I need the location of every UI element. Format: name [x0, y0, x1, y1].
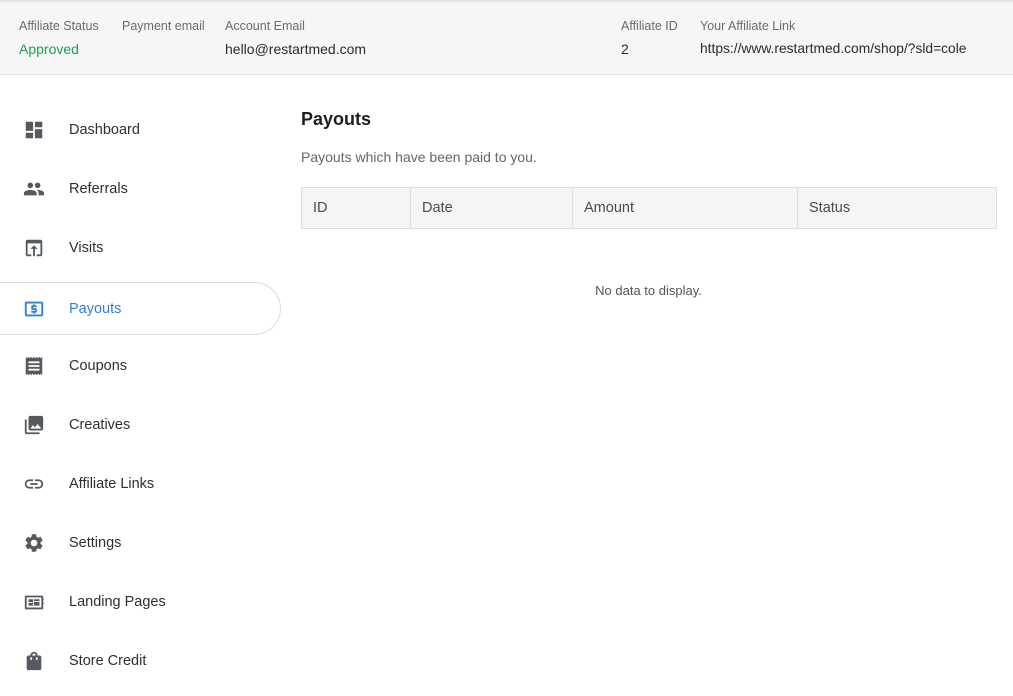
sidebar-item-creatives[interactable]: Creatives — [0, 398, 281, 451]
sidebar-item-referrals[interactable]: Referrals — [0, 162, 281, 215]
empty-state-message: No data to display. — [595, 283, 702, 298]
affiliate-id-value: 2 — [621, 41, 629, 57]
column-header-id[interactable]: ID — [301, 187, 411, 229]
affiliate-link-value[interactable]: https://www.restartmed.com/shop/?sld=col… — [700, 40, 966, 58]
payment-email: Payment email — [122, 18, 205, 40]
page-description: Payouts which have been paid to you. — [301, 149, 537, 165]
sidebar-item-landing-pages[interactable]: Landing Pages — [0, 575, 281, 628]
affiliate-status-label: Affiliate Status — [19, 19, 99, 33]
sidebar-item-label: Store Credit — [69, 652, 147, 669]
column-header-date[interactable]: Date — [410, 187, 573, 229]
sidebar-item-label: Payouts — [69, 300, 122, 317]
people-icon — [23, 178, 45, 200]
sidebar-item-label: Settings — [69, 534, 122, 551]
account-email-label: Account Email — [225, 19, 305, 33]
sidebar-item-label: Affiliate Links — [69, 475, 155, 492]
link-icon — [23, 473, 45, 495]
sidebar-item-affiliate-links[interactable]: Affiliate Links — [0, 457, 281, 510]
images-icon — [23, 414, 45, 436]
sidebar-item-label: Referrals — [69, 180, 128, 197]
affiliate-status-value: Approved — [19, 41, 79, 57]
sidebar-item-store-credit[interactable]: Store Credit — [0, 634, 281, 687]
dollar-icon — [23, 298, 45, 320]
sidebar-item-label: Dashboard — [69, 121, 140, 138]
affiliate-link: Your Affiliate Link https://www.restartm… — [700, 18, 966, 58]
sidebar-item-visits[interactable]: Visits — [0, 221, 281, 274]
column-header-amount[interactable]: Amount — [572, 187, 798, 229]
page-title: Payouts — [301, 109, 372, 129]
sidebar-item-label: Landing Pages — [69, 593, 166, 610]
affiliate-id: Affiliate ID 2 — [621, 18, 678, 58]
sidebar-item-payouts[interactable]: Payouts — [0, 282, 281, 335]
account-email-value: hello@restartmed.com — [225, 41, 367, 57]
visits-icon — [23, 237, 45, 259]
affiliate-link-label: Your Affiliate Link — [700, 19, 796, 33]
payment-email-label: Payment email — [122, 19, 205, 33]
landing-pages-icon — [23, 591, 45, 613]
sidebar-item-dashboard[interactable]: Dashboard — [0, 103, 281, 156]
column-header-status[interactable]: Status — [797, 187, 997, 229]
table-header-row: ID Date Amount Status — [301, 187, 997, 229]
receipt-icon — [23, 355, 45, 377]
sidebar-item-coupons[interactable]: Coupons — [0, 339, 281, 392]
dashboard-icon — [23, 119, 45, 141]
sidebar-item-label: Coupons — [69, 357, 128, 374]
affiliate-info-bar: Affiliate Status Approved Payment email … — [0, 0, 1013, 75]
sidebar-nav: Dashboard Referrals Visits Payouts Coupo… — [0, 75, 282, 696]
sidebar-item-settings[interactable]: Settings — [0, 516, 281, 569]
sidebar-item-label: Visits — [69, 239, 104, 256]
shopping-bag-icon — [23, 650, 45, 672]
affiliate-id-label: Affiliate ID — [621, 19, 678, 33]
payouts-table: ID Date Amount Status — [301, 187, 997, 229]
sidebar-item-label: Creatives — [69, 416, 131, 433]
affiliate-status: Affiliate Status Approved — [19, 18, 99, 58]
gear-icon — [23, 532, 45, 554]
account-email: Account Email hello@restartmed.com — [225, 18, 366, 58]
